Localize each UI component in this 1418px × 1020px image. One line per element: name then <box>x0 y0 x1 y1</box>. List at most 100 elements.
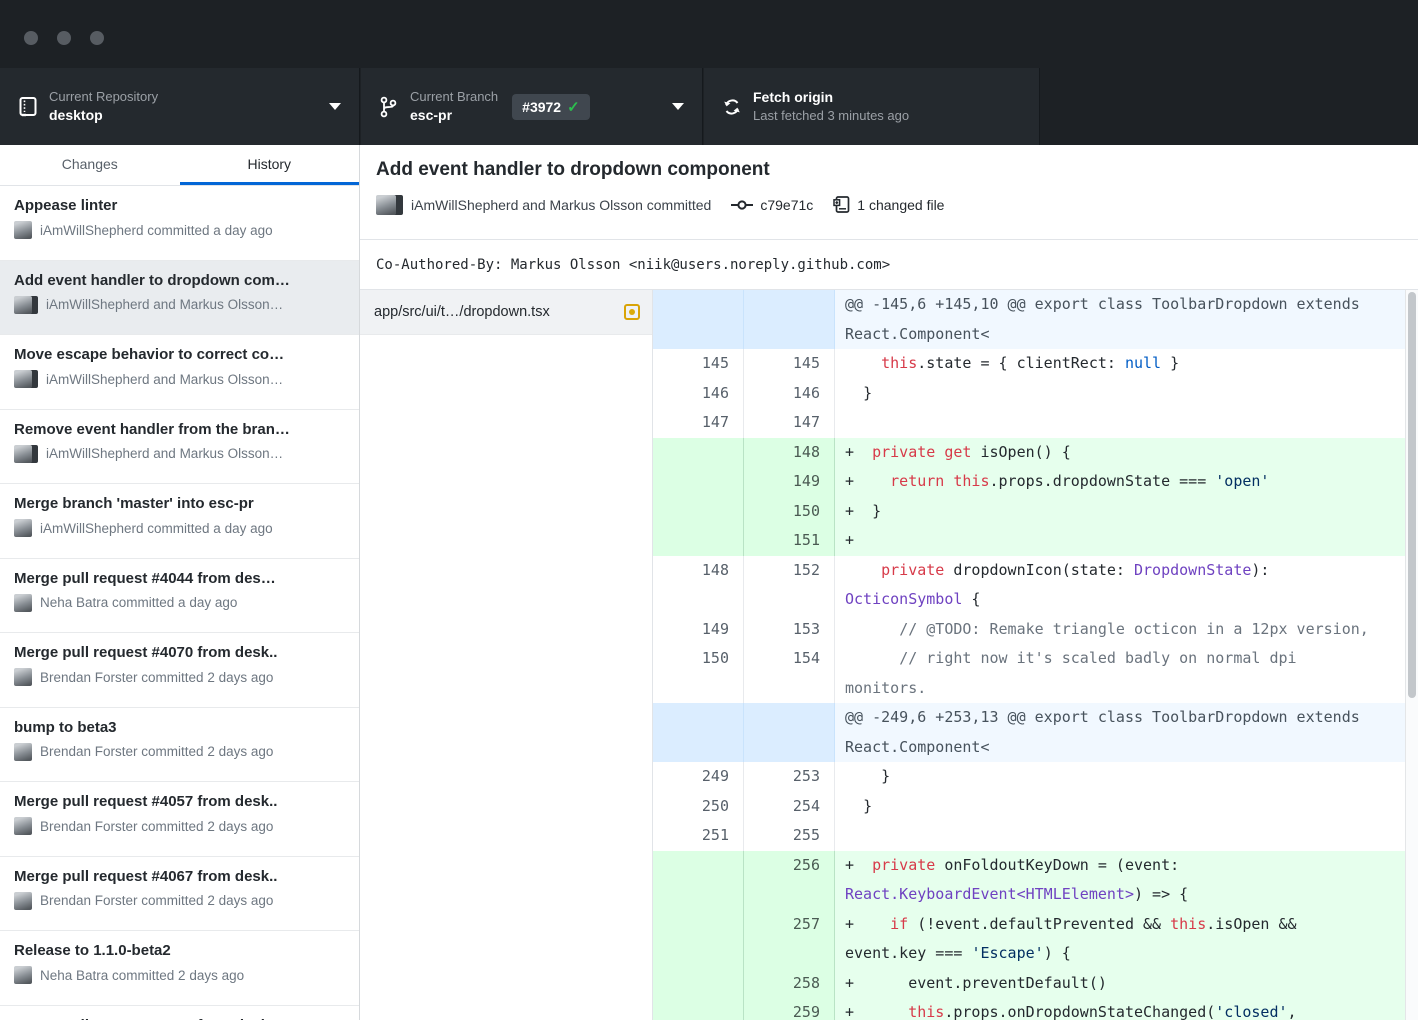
diff-gutter-new <box>744 290 835 349</box>
commit-list-item[interactable]: Merge pull request #4071 from desk.. <box>0 1006 359 1020</box>
commit-meta: iAmWillShepherd and Markus Olsson… <box>46 446 283 461</box>
commit-list-item[interactable]: bump to beta3Brendan Forster committed 2… <box>0 708 359 783</box>
commit-list-item[interactable]: Add event handler to dropdown com… iAmWil… <box>0 261 359 336</box>
diff-code-line <box>835 821 1405 851</box>
avatar <box>14 966 32 984</box>
diff-row-context: 251255 <box>653 821 1405 851</box>
commit-meta: Brendan Forster committed 2 days ago <box>40 893 273 908</box>
diff-row-add: 149+ return this.props.dropdownState ===… <box>653 467 1405 497</box>
diff-gutter-new: 151 <box>744 526 835 556</box>
commit-title: Add event handler to dropdown com… <box>14 272 345 289</box>
diff-code-line: + if (!event.defaultPrevented && this.is… <box>835 910 1405 969</box>
commit-title: Merge pull request #4070 from desk.. <box>14 644 345 661</box>
diff-row-context: 147147 <box>653 408 1405 438</box>
commit-meta: iAmWillShepherd committed a day ago <box>40 223 273 238</box>
app-toolbar: Current Repository desktop Current Branc… <box>0 68 1418 145</box>
fetch-origin-button[interactable]: Fetch origin Last fetched 3 minutes ago <box>704 68 1040 145</box>
pr-number: #3972 <box>522 99 561 115</box>
diff-gutter-old <box>653 467 744 497</box>
diff-gutter-old: 249 <box>653 762 744 792</box>
commit-meta: Brendan Forster committed 2 days ago <box>40 744 273 759</box>
repo-book-icon <box>16 96 40 118</box>
diff-gutter-new: 153 <box>744 615 835 645</box>
repository-label: Current Repository <box>49 89 158 104</box>
scrollbar-thumb[interactable] <box>1408 292 1416 698</box>
diff-view: @@ -145,6 +145,10 @@ export class Toolba… <box>653 290 1405 1020</box>
diff-code-line: + return this.props.dropdownState === 'o… <box>835 467 1405 497</box>
commit-list-item[interactable]: Merge pull request #4070 from desk.. Bren… <box>0 633 359 708</box>
branch-switcher-button[interactable]: Current Branch esc-pr #3972 ✓ <box>361 68 703 145</box>
diff-gutter-new: 256 <box>744 851 835 910</box>
fetch-label: Fetch origin <box>753 89 833 105</box>
check-icon: ✓ <box>567 98 580 116</box>
commit-title: Merge pull request #4067 from desk.. <box>14 868 345 885</box>
diff-row-context: 249253 } <box>653 762 1405 792</box>
commit-sha[interactable]: c79e71c <box>760 197 813 213</box>
commit-list-item[interactable]: Merge pull request #4067 from desk.. Bren… <box>0 857 359 932</box>
commit-list-item[interactable]: Remove event handler from the bran… iAmWi… <box>0 410 359 485</box>
diff-code-line <box>835 408 1405 438</box>
commit-list-item[interactable]: Move escape behavior to correct co… iAmWi… <box>0 335 359 410</box>
diff-row-add: 256+ private onFoldoutKeyDown = (event: … <box>653 851 1405 910</box>
commit-meta: iAmWillShepherd and Markus Olsson… <box>46 297 283 312</box>
diff-gutter-old: 145 <box>653 349 744 379</box>
diff-gutter-old <box>653 910 744 969</box>
branch-name: esc-pr <box>410 107 452 123</box>
commit-list-item[interactable]: Merge pull request #4044 from des… Neha B… <box>0 559 359 634</box>
history-sidebar: Changes History Appease linter iAmWillShe… <box>0 145 360 1020</box>
diff-row-context: 150154 // right now it's scaled badly on… <box>653 644 1405 703</box>
diff-code-line: + <box>835 526 1405 556</box>
diff-row-hunk: @@ -145,6 +145,10 @@ export class Toolba… <box>653 290 1405 349</box>
commit-list-item[interactable]: Merge branch 'master' into esc-pr iAmWill… <box>0 484 359 559</box>
diff-gutter-old: 251 <box>653 821 744 851</box>
commit-list-item[interactable]: Merge pull request #4057 from desk..Bren… <box>0 782 359 857</box>
commit-title: Merge pull request #4044 from des… <box>14 570 345 587</box>
minimize-window-button[interactable] <box>57 31 71 45</box>
diff-gutter-old <box>653 851 744 910</box>
commit-title: Remove event handler from the bran… <box>14 421 345 438</box>
diff-row-context: 148152 private dropdownIcon(state: Dropd… <box>653 556 1405 615</box>
commit-list-item[interactable]: Appease linter iAmWillShepherd committed … <box>0 186 359 261</box>
diff-code-line: } <box>835 379 1405 409</box>
diff-gutter-new: 253 <box>744 762 835 792</box>
commit-meta: iAmWillShepherd committed a day ago <box>40 521 273 536</box>
diff-gutter-old <box>653 497 744 527</box>
diff-code-line: this.state = { clientRect: null } <box>835 349 1405 379</box>
repository-switcher-button[interactable]: Current Repository desktop <box>0 68 360 145</box>
fetch-sublabel: Last fetched 3 minutes ago <box>753 108 909 123</box>
diff-code-line: @@ -145,6 +145,10 @@ export class Toolba… <box>835 290 1405 349</box>
chevron-down-icon <box>329 103 341 110</box>
avatar <box>14 296 38 314</box>
diff-gutter-old: 148 <box>653 556 744 615</box>
diff-code-line: private dropdownIcon(state: DropdownStat… <box>835 556 1405 615</box>
commit-meta: Brendan Forster committed 2 days ago <box>40 670 273 685</box>
commit-description: Co-Authored-By: Markus Olsson <niik@user… <box>360 241 1418 290</box>
commit-meta: Neha Batra committed a day ago <box>40 595 237 610</box>
diff-code-line: @@ -249,6 +253,13 @@ export class Toolba… <box>835 703 1405 762</box>
file-list-item[interactable]: app/src/ui/t…/dropdown.tsx <box>360 290 652 335</box>
diff-row-add: 150+ } <box>653 497 1405 527</box>
diff-row-context: 149153 // @TODO: Remake triangle octicon… <box>653 615 1405 645</box>
commit-list-item[interactable]: Release to 1.1.0-beta2Neha Batra committ… <box>0 931 359 1006</box>
sync-icon <box>720 97 744 117</box>
commit-title: Merge branch 'master' into esc-pr <box>14 495 345 512</box>
commit-meta: iAmWillShepherd and Markus Olsson… <box>46 372 283 387</box>
avatar <box>14 817 32 835</box>
diff-row-add: 148+ private get isOpen() { <box>653 438 1405 468</box>
zoom-window-button[interactable] <box>90 31 104 45</box>
tab-changes[interactable]: Changes <box>0 145 180 185</box>
close-window-button[interactable] <box>24 31 38 45</box>
diff-code-line: + private get isOpen() { <box>835 438 1405 468</box>
repository-name: desktop <box>49 107 103 123</box>
diff-gutter-old: 250 <box>653 792 744 822</box>
diff-gutter-old <box>653 998 744 1020</box>
commit-title: Move escape behavior to correct co… <box>14 346 345 363</box>
diff-code-line: + private onFoldoutKeyDown = (event: Rea… <box>835 851 1405 910</box>
diff-gutter-old <box>653 438 744 468</box>
co-author-line: Co-Authored-By: Markus Olsson <niik@user… <box>376 257 890 273</box>
tab-history[interactable]: History <box>180 145 360 185</box>
commit-meta: Brendan Forster committed 2 days ago <box>40 819 273 834</box>
git-branch-icon <box>377 95 401 119</box>
commit-title: Appease linter <box>14 197 345 214</box>
avatar <box>14 519 32 537</box>
